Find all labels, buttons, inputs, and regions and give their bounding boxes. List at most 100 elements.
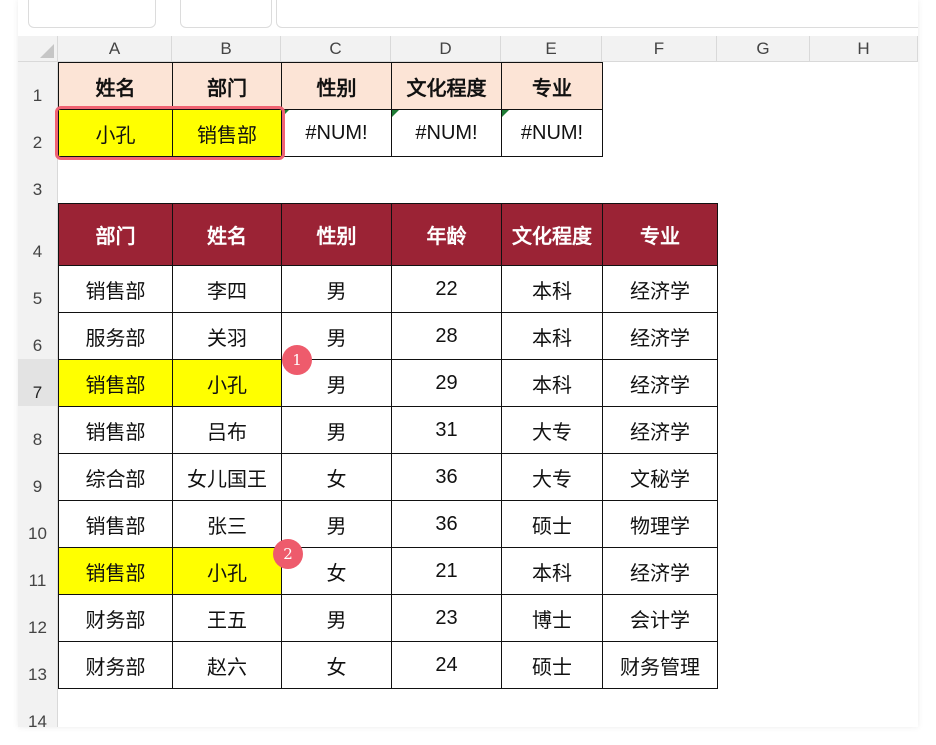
row-header-14[interactable]: 14: [18, 688, 58, 727]
data-header-cell[interactable]: 性别: [281, 203, 392, 266]
table-cell[interactable]: 关羽: [172, 312, 282, 360]
table-cell[interactable]: 张三: [172, 500, 282, 548]
row-header-4[interactable]: 4: [18, 203, 58, 265]
lookup-header-cell[interactable]: 专业: [501, 62, 603, 110]
table-cell[interactable]: 经济学: [602, 547, 718, 595]
row-header-13[interactable]: 13: [18, 641, 58, 688]
table-cell[interactable]: 销售部: [58, 500, 173, 548]
formula-input[interactable]: [276, 0, 918, 28]
row-header-1[interactable]: 1: [18, 62, 58, 109]
table-cell[interactable]: 财务部: [58, 641, 173, 689]
row-header-7[interactable]: 7: [18, 359, 58, 406]
table-cell[interactable]: 男: [281, 406, 392, 454]
table-cell[interactable]: 吕布: [172, 406, 282, 454]
column-header-d[interactable]: D: [391, 36, 501, 62]
row-number: 8: [32, 430, 43, 449]
column-header-g[interactable]: G: [717, 36, 810, 62]
error-indicator-icon: [392, 110, 399, 117]
table-cell[interactable]: 销售部: [58, 359, 173, 407]
table-cell[interactable]: 女: [281, 641, 392, 689]
table-cell[interactable]: 赵六: [172, 641, 282, 689]
table-cell[interactable]: 财务管理: [602, 641, 718, 689]
lookup-header-cell[interactable]: 性别: [281, 62, 392, 110]
select-all-icon: [40, 44, 54, 58]
column-header-a[interactable]: A: [58, 36, 172, 62]
table-cell[interactable]: 29: [391, 359, 502, 407]
table-cell[interactable]: 22: [391, 265, 502, 313]
column-header-c[interactable]: C: [281, 36, 391, 62]
row-header-3[interactable]: 3: [18, 156, 58, 203]
table-cell[interactable]: 经济学: [602, 265, 718, 313]
table-cell[interactable]: 大专: [501, 453, 603, 501]
table-cell[interactable]: 女儿国王: [172, 453, 282, 501]
table-cell[interactable]: 王五: [172, 594, 282, 642]
table-cell[interactable]: 本科: [501, 265, 603, 313]
lookup-value-cell[interactable]: 小孔: [58, 109, 173, 157]
table-cell[interactable]: 男: [281, 500, 392, 548]
table-cell[interactable]: 36: [391, 500, 502, 548]
table-cell[interactable]: 会计学: [602, 594, 718, 642]
table-cell[interactable]: 销售部: [58, 265, 173, 313]
table-cell[interactable]: 31: [391, 406, 502, 454]
table-cell[interactable]: 大专: [501, 406, 603, 454]
row-header-12[interactable]: 12: [18, 594, 58, 641]
column-header-h[interactable]: H: [810, 36, 918, 62]
row-header-11[interactable]: 11: [18, 547, 58, 594]
table-cell[interactable]: 经济学: [602, 312, 718, 360]
column-header-f[interactable]: F: [602, 36, 717, 62]
column-header-e[interactable]: E: [501, 36, 602, 62]
row-number: 3: [32, 180, 43, 199]
table-cell[interactable]: 博士: [501, 594, 603, 642]
row-header-2[interactable]: 2: [18, 109, 58, 156]
table-cell[interactable]: 经济学: [602, 406, 718, 454]
table-cell[interactable]: 销售部: [58, 406, 173, 454]
table-cell[interactable]: 销售部: [58, 547, 173, 595]
table-cell[interactable]: 物理学: [602, 500, 718, 548]
lookup-header-cell[interactable]: 姓名: [58, 62, 173, 110]
table-cell[interactable]: 女: [281, 453, 392, 501]
function-box[interactable]: [180, 0, 272, 28]
table-cell[interactable]: 21: [391, 547, 502, 595]
table-cell[interactable]: 服务部: [58, 312, 173, 360]
row-header-5[interactable]: 5: [18, 265, 58, 312]
row-header-9[interactable]: 9: [18, 453, 58, 500]
table-cell[interactable]: 文秘学: [602, 453, 718, 501]
data-header-cell[interactable]: 部门: [58, 203, 173, 266]
row-number: 11: [28, 571, 47, 590]
table-cell[interactable]: 36: [391, 453, 502, 501]
table-cell[interactable]: 本科: [501, 547, 603, 595]
row-header-6[interactable]: 6: [18, 312, 58, 359]
row-header-10[interactable]: 10: [18, 500, 58, 547]
table-cell[interactable]: 小孔: [172, 547, 282, 595]
lookup-header-cell[interactable]: 部门: [172, 62, 282, 110]
table-cell[interactable]: 23: [391, 594, 502, 642]
data-header-cell[interactable]: 姓名: [172, 203, 282, 266]
table-cell[interactable]: 经济学: [602, 359, 718, 407]
name-box[interactable]: [28, 0, 156, 28]
lookup-header-cell[interactable]: 文化程度: [391, 62, 502, 110]
table-cell[interactable]: 硕士: [501, 500, 603, 548]
error-indicator-icon: [282, 110, 289, 117]
select-all-corner[interactable]: [18, 36, 58, 62]
row-number: 12: [28, 618, 47, 637]
table-cell[interactable]: 硕士: [501, 641, 603, 689]
table-cell[interactable]: 24: [391, 641, 502, 689]
table-cell[interactable]: 综合部: [58, 453, 173, 501]
table-cell[interactable]: 28: [391, 312, 502, 360]
lookup-value-cell[interactable]: #NUM!: [391, 109, 502, 157]
lookup-value-cell[interactable]: #NUM!: [501, 109, 603, 157]
row-header-8[interactable]: 8: [18, 406, 58, 453]
lookup-value-cell[interactable]: 销售部: [172, 109, 282, 157]
data-header-cell[interactable]: 年龄: [391, 203, 502, 266]
table-cell[interactable]: 小孔: [172, 359, 282, 407]
table-cell[interactable]: 财务部: [58, 594, 173, 642]
table-cell[interactable]: 本科: [501, 312, 603, 360]
table-cell[interactable]: 男: [281, 594, 392, 642]
table-cell[interactable]: 男: [281, 265, 392, 313]
data-header-cell[interactable]: 文化程度: [501, 203, 603, 266]
lookup-value-cell[interactable]: #NUM!: [281, 109, 392, 157]
data-header-cell[interactable]: 专业: [602, 203, 718, 266]
table-cell[interactable]: 李四: [172, 265, 282, 313]
column-header-b[interactable]: B: [172, 36, 281, 62]
table-cell[interactable]: 本科: [501, 359, 603, 407]
